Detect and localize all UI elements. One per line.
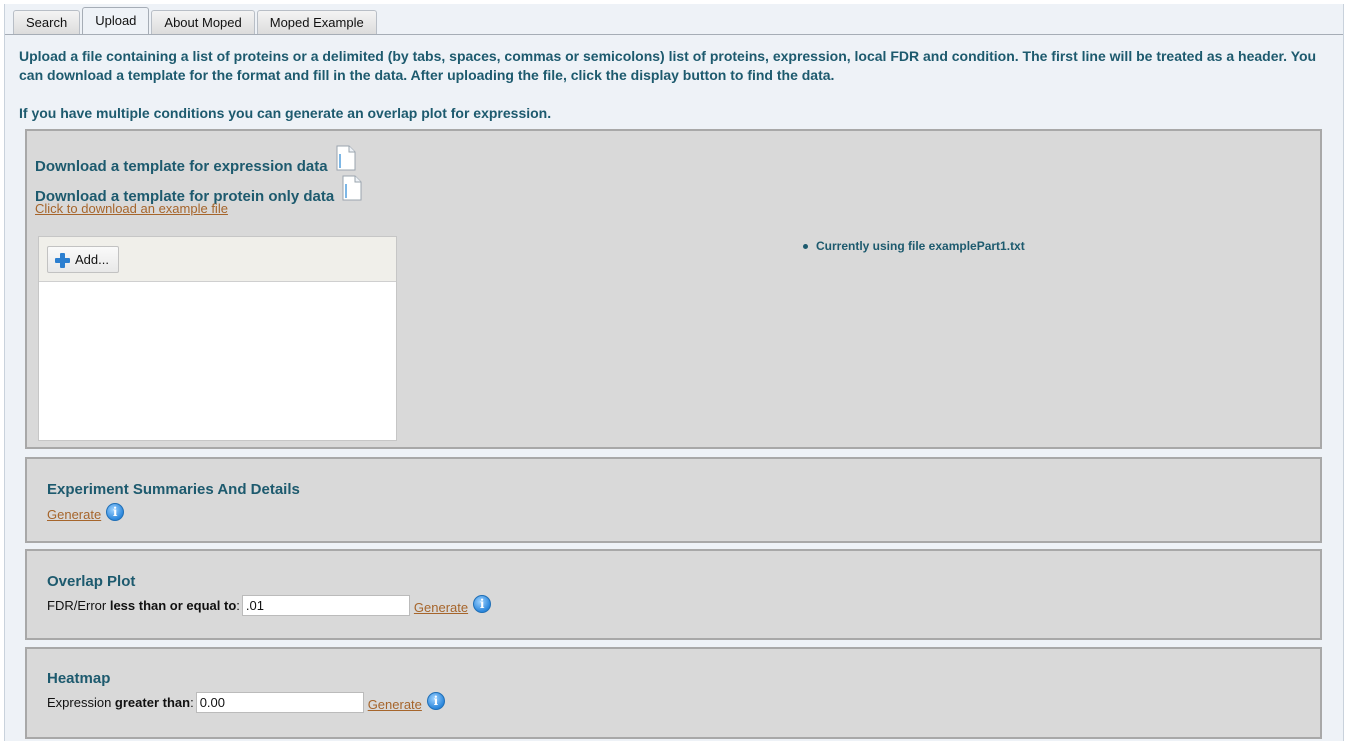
- summaries-generate-link[interactable]: Generate: [47, 507, 101, 522]
- download-example-link[interactable]: Click to download an example file: [35, 201, 228, 216]
- heatmap-label-bold: greater than: [114, 695, 191, 710]
- overlap-panel: Overlap Plot FDR/Error less than or equa…: [25, 549, 1322, 640]
- add-button-label: Add...: [75, 252, 109, 267]
- info-icon[interactable]: i: [473, 594, 492, 613]
- heatmap-panel: Heatmap Expression greater than : Genera…: [25, 647, 1322, 739]
- upload-page: Search Upload About Moped Moped Example …: [4, 4, 1344, 741]
- fdr-threshold-input[interactable]: [241, 595, 410, 616]
- info-icon[interactable]: i: [426, 691, 445, 710]
- template-expression-row: Download a template for expression data: [35, 145, 357, 175]
- overlap-label-prefix: FDR/Error: [47, 598, 110, 613]
- tab-search[interactable]: Search: [13, 10, 81, 34]
- heatmap-title: Heatmap: [47, 670, 111, 687]
- intro-text: Upload a file containing a list of prote…: [19, 47, 1329, 123]
- info-icon[interactable]: i: [106, 502, 125, 521]
- intro-paragraph: Upload a file containing a list of prote…: [19, 48, 1317, 83]
- template-expression-label: Download a template for expression data: [35, 158, 328, 175]
- overlap-title: Overlap Plot: [47, 573, 136, 590]
- plus-icon: [54, 252, 70, 268]
- summaries-actions: Generate i: [47, 501, 125, 522]
- summaries-title: Experiment Summaries And Details: [47, 481, 300, 498]
- intro-overlap-note: If you have multiple conditions you can …: [19, 105, 552, 121]
- heatmap-generate-link[interactable]: Generate: [368, 697, 422, 712]
- overlap-label-bold: less than or equal to: [109, 598, 237, 613]
- overlap-label-suffix: :: [236, 598, 240, 613]
- bullet-icon: [803, 243, 808, 249]
- current-file-status: Currently using file examplePart1.txt: [803, 239, 1025, 253]
- file-uploader[interactable]: Add...: [38, 236, 397, 441]
- heatmap-label-suffix: :: [190, 695, 194, 710]
- current-file-label: Currently using file examplePart1.txt: [816, 239, 1025, 253]
- uploader-toolbar: Add...: [39, 237, 396, 282]
- tab-bar: Search Upload About Moped Moped Example: [13, 7, 377, 34]
- expression-threshold-input[interactable]: [195, 692, 364, 713]
- summaries-panel: Experiment Summaries And Details Generat…: [25, 457, 1322, 543]
- tab-about-moped[interactable]: About Moped: [151, 10, 255, 34]
- overlap-generate-link[interactable]: Generate: [414, 600, 468, 615]
- tab-upload[interactable]: Upload: [82, 7, 150, 34]
- document-icon[interactable]: [335, 145, 357, 175]
- add-file-button[interactable]: Add...: [47, 246, 119, 273]
- tab-divider: [5, 34, 1343, 35]
- document-icon[interactable]: [341, 175, 363, 205]
- heatmap-label-prefix: Expression: [47, 695, 115, 710]
- heatmap-controls: Expression greater than : Generate i: [47, 691, 445, 713]
- overlap-controls: FDR/Error less than or equal to : Genera…: [47, 594, 492, 616]
- tab-moped-example[interactable]: Moped Example: [256, 10, 377, 34]
- upload-panel: Download a template for expression data …: [25, 129, 1322, 449]
